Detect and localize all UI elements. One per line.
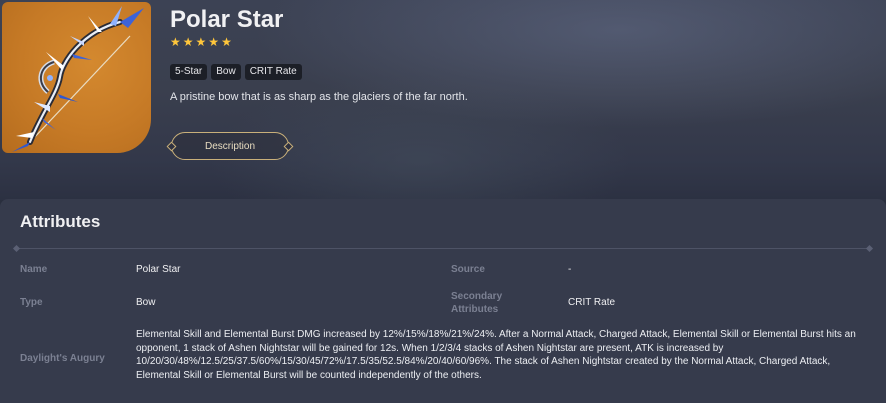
- star-icon: ★: [182, 35, 194, 49]
- polar-star-bow-icon: [2, 2, 151, 153]
- source-label: Source: [451, 264, 485, 275]
- star-icon: ★: [221, 35, 232, 49]
- secondary-attributes-value: CRIT Rate: [568, 297, 616, 308]
- tag-rarity: 5-Star: [170, 64, 208, 80]
- passive-label: Daylight's Augury: [20, 353, 105, 364]
- source-value: -: [568, 264, 572, 275]
- weapon-title: Polar Star: [170, 6, 284, 33]
- secondary-attributes-label: Secondary Attributes: [451, 291, 503, 315]
- star-icon: ★: [170, 35, 181, 49]
- tag-substat: CRIT Rate: [244, 64, 302, 80]
- attributes-heading: Attributes: [20, 212, 101, 231]
- divider: [16, 248, 870, 249]
- rarity-stars: ★ ★ ★ ★ ★: [170, 36, 232, 48]
- star-icon: ★: [208, 35, 220, 49]
- name-value: Polar Star: [136, 264, 181, 275]
- passive-description: Elemental Skill and Elemental Burst DMG …: [136, 329, 856, 381]
- type-label: Type: [20, 297, 43, 308]
- tag-type: Bow: [211, 64, 241, 80]
- attributes-panel: Attributes Name Polar Star Source - Type…: [0, 199, 886, 403]
- weapon-description: A pristine bow that is as sharp as the g…: [170, 91, 468, 103]
- type-value: Bow: [136, 297, 156, 308]
- tag-list: 5-Star Bow CRIT Rate: [170, 64, 302, 80]
- description-button[interactable]: Description: [171, 132, 289, 160]
- star-icon: ★: [195, 35, 207, 49]
- name-label: Name: [20, 264, 48, 275]
